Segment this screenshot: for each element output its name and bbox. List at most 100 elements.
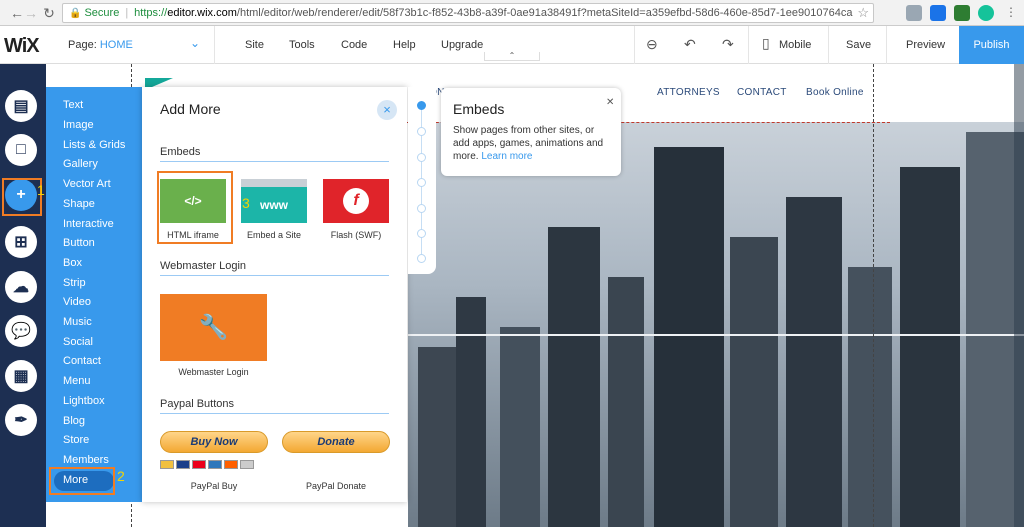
publish-button[interactable]: Publish xyxy=(959,26,1024,64)
category-menu[interactable]: Menu xyxy=(63,375,91,387)
save-button[interactable]: Save xyxy=(846,39,871,51)
step-dot[interactable] xyxy=(417,178,426,187)
step-dot[interactable] xyxy=(417,127,426,136)
highlight-add-button xyxy=(2,178,42,216)
address-bar[interactable]: 🔒 Secure | https:// editor.wix.com /html… xyxy=(62,3,874,23)
category-blog[interactable]: Blog xyxy=(63,415,85,427)
category-shape[interactable]: Shape xyxy=(63,198,95,210)
chat-icon[interactable]: 💬 xyxy=(5,315,37,347)
page-selector[interactable]: Page: HOME xyxy=(68,39,133,51)
category-music[interactable]: Music xyxy=(63,316,92,328)
pages-icon[interactable]: ▤ xyxy=(5,90,37,122)
city-photo-strip[interactable] xyxy=(408,122,1024,527)
tooltip-title: Embeds xyxy=(453,101,505,117)
step-dot[interactable] xyxy=(417,153,426,162)
step-embeds[interactable] xyxy=(417,101,426,110)
zoom-out-icon[interactable]: ⊖ xyxy=(646,36,658,53)
menu-code[interactable]: Code xyxy=(341,39,367,51)
menu-tools[interactable]: Tools xyxy=(289,39,315,51)
highlight-more-category xyxy=(49,467,115,495)
site-nav-book-online[interactable]: Book Online xyxy=(806,87,864,98)
category-text[interactable]: Text xyxy=(63,99,83,111)
category-store[interactable]: Store xyxy=(63,434,89,446)
embeds-tooltip: Embeds ✕ Show pages from other sites, or… xyxy=(441,88,621,176)
page-prefix: Page: xyxy=(68,39,97,51)
paypal-donate-label: PayPal Donate xyxy=(305,481,367,491)
building xyxy=(418,347,456,527)
embed-site-tile[interactable]: www xyxy=(241,179,307,223)
extension-icon[interactable] xyxy=(906,5,922,21)
add-apps-icon[interactable]: ⊞ xyxy=(5,226,37,258)
card-icon xyxy=(176,460,190,469)
close-icon[interactable]: × xyxy=(377,100,397,120)
panel-title: Add More xyxy=(160,101,221,117)
site-nav-contact[interactable]: CONTACT xyxy=(737,87,787,98)
category-contact[interactable]: Contact xyxy=(63,355,101,367)
paypal-buy-now-button[interactable]: Buy Now xyxy=(160,431,268,453)
building xyxy=(786,197,842,527)
page-name: HOME xyxy=(99,39,133,51)
paypal-donate-button[interactable]: Donate xyxy=(282,431,390,453)
divider xyxy=(634,26,635,64)
category-gallery[interactable]: Gallery xyxy=(63,158,98,170)
divider xyxy=(828,26,829,64)
background-icon[interactable]: □ xyxy=(5,134,37,166)
category-vector-art[interactable]: Vector Art xyxy=(63,178,111,190)
category-box[interactable]: Box xyxy=(63,257,82,269)
category-members[interactable]: Members xyxy=(63,454,109,466)
flash-tile[interactable]: f xyxy=(323,179,389,223)
site-nav-attorneys[interactable]: ATTORNEYS xyxy=(657,87,720,98)
category-lightbox[interactable]: Lightbox xyxy=(63,395,105,407)
extension-icon[interactable] xyxy=(954,5,970,21)
category-image[interactable]: Image xyxy=(63,119,94,131)
step-dot[interactable] xyxy=(417,204,426,213)
secure-label: Secure xyxy=(84,7,120,19)
category-lists-grids[interactable]: Lists & Grids xyxy=(63,139,125,151)
menu-help[interactable]: Help xyxy=(393,39,416,51)
building xyxy=(608,277,644,527)
bookmark-star-icon[interactable]: ☆ xyxy=(857,5,869,21)
close-icon[interactable]: ✕ xyxy=(606,97,614,108)
mobile-icon[interactable]: ▯ xyxy=(762,35,770,52)
step-dot[interactable] xyxy=(417,254,426,263)
card-icon xyxy=(208,460,222,469)
address-separator: | xyxy=(125,7,129,19)
card-icon xyxy=(224,460,238,469)
section-divider xyxy=(160,413,389,414)
blog-pen-icon[interactable]: ✒ xyxy=(5,404,37,436)
redo-icon[interactable]: ↷ xyxy=(722,36,734,53)
building xyxy=(456,297,486,527)
flash-icon: f xyxy=(343,188,369,214)
category-interactive[interactable]: Interactive xyxy=(63,218,114,230)
divider xyxy=(748,26,749,64)
upload-icon[interactable]: ☁ xyxy=(5,271,37,303)
preview-button[interactable]: Preview xyxy=(906,39,945,51)
category-video[interactable]: Video xyxy=(63,296,91,308)
grammarly-icon[interactable] xyxy=(978,5,994,21)
lock-icon: 🔒 xyxy=(69,7,82,19)
collapse-toolbar-icon[interactable]: ⌃ xyxy=(484,52,540,61)
chevron-down-icon[interactable]: ⌄ xyxy=(190,36,200,50)
extension-icon[interactable] xyxy=(930,5,946,21)
reload-icon[interactable]: ↻ xyxy=(38,2,60,24)
building xyxy=(848,267,892,527)
category-button[interactable]: Button xyxy=(63,237,95,249)
section-webmaster: Webmaster Login xyxy=(160,260,247,272)
section-divider xyxy=(160,161,389,162)
bookings-calendar-icon[interactable]: ▦ xyxy=(5,360,37,392)
category-strip[interactable]: Strip xyxy=(63,277,86,289)
menu-dots-icon[interactable]: ⋮ xyxy=(1003,5,1019,21)
webmaster-login-tile[interactable]: 🔧 xyxy=(160,294,267,361)
menu-upgrade[interactable]: Upgrade xyxy=(441,39,483,51)
url-path: /html/editor/web/renderer/edit/58f73b1c-… xyxy=(236,7,853,19)
scrollbar[interactable] xyxy=(1014,64,1024,527)
learn-more-link[interactable]: Learn more xyxy=(481,151,532,162)
wrench-icon: 🔧 xyxy=(198,314,229,341)
mobile-button[interactable]: Mobile xyxy=(779,39,811,51)
undo-icon[interactable]: ↶ xyxy=(684,36,696,53)
menu-site[interactable]: Site xyxy=(245,39,264,51)
annotation-two: 2 xyxy=(117,468,125,484)
step-dot[interactable] xyxy=(417,229,426,238)
embed-site-label: Embed a Site xyxy=(246,230,302,240)
category-social[interactable]: Social xyxy=(63,336,93,348)
